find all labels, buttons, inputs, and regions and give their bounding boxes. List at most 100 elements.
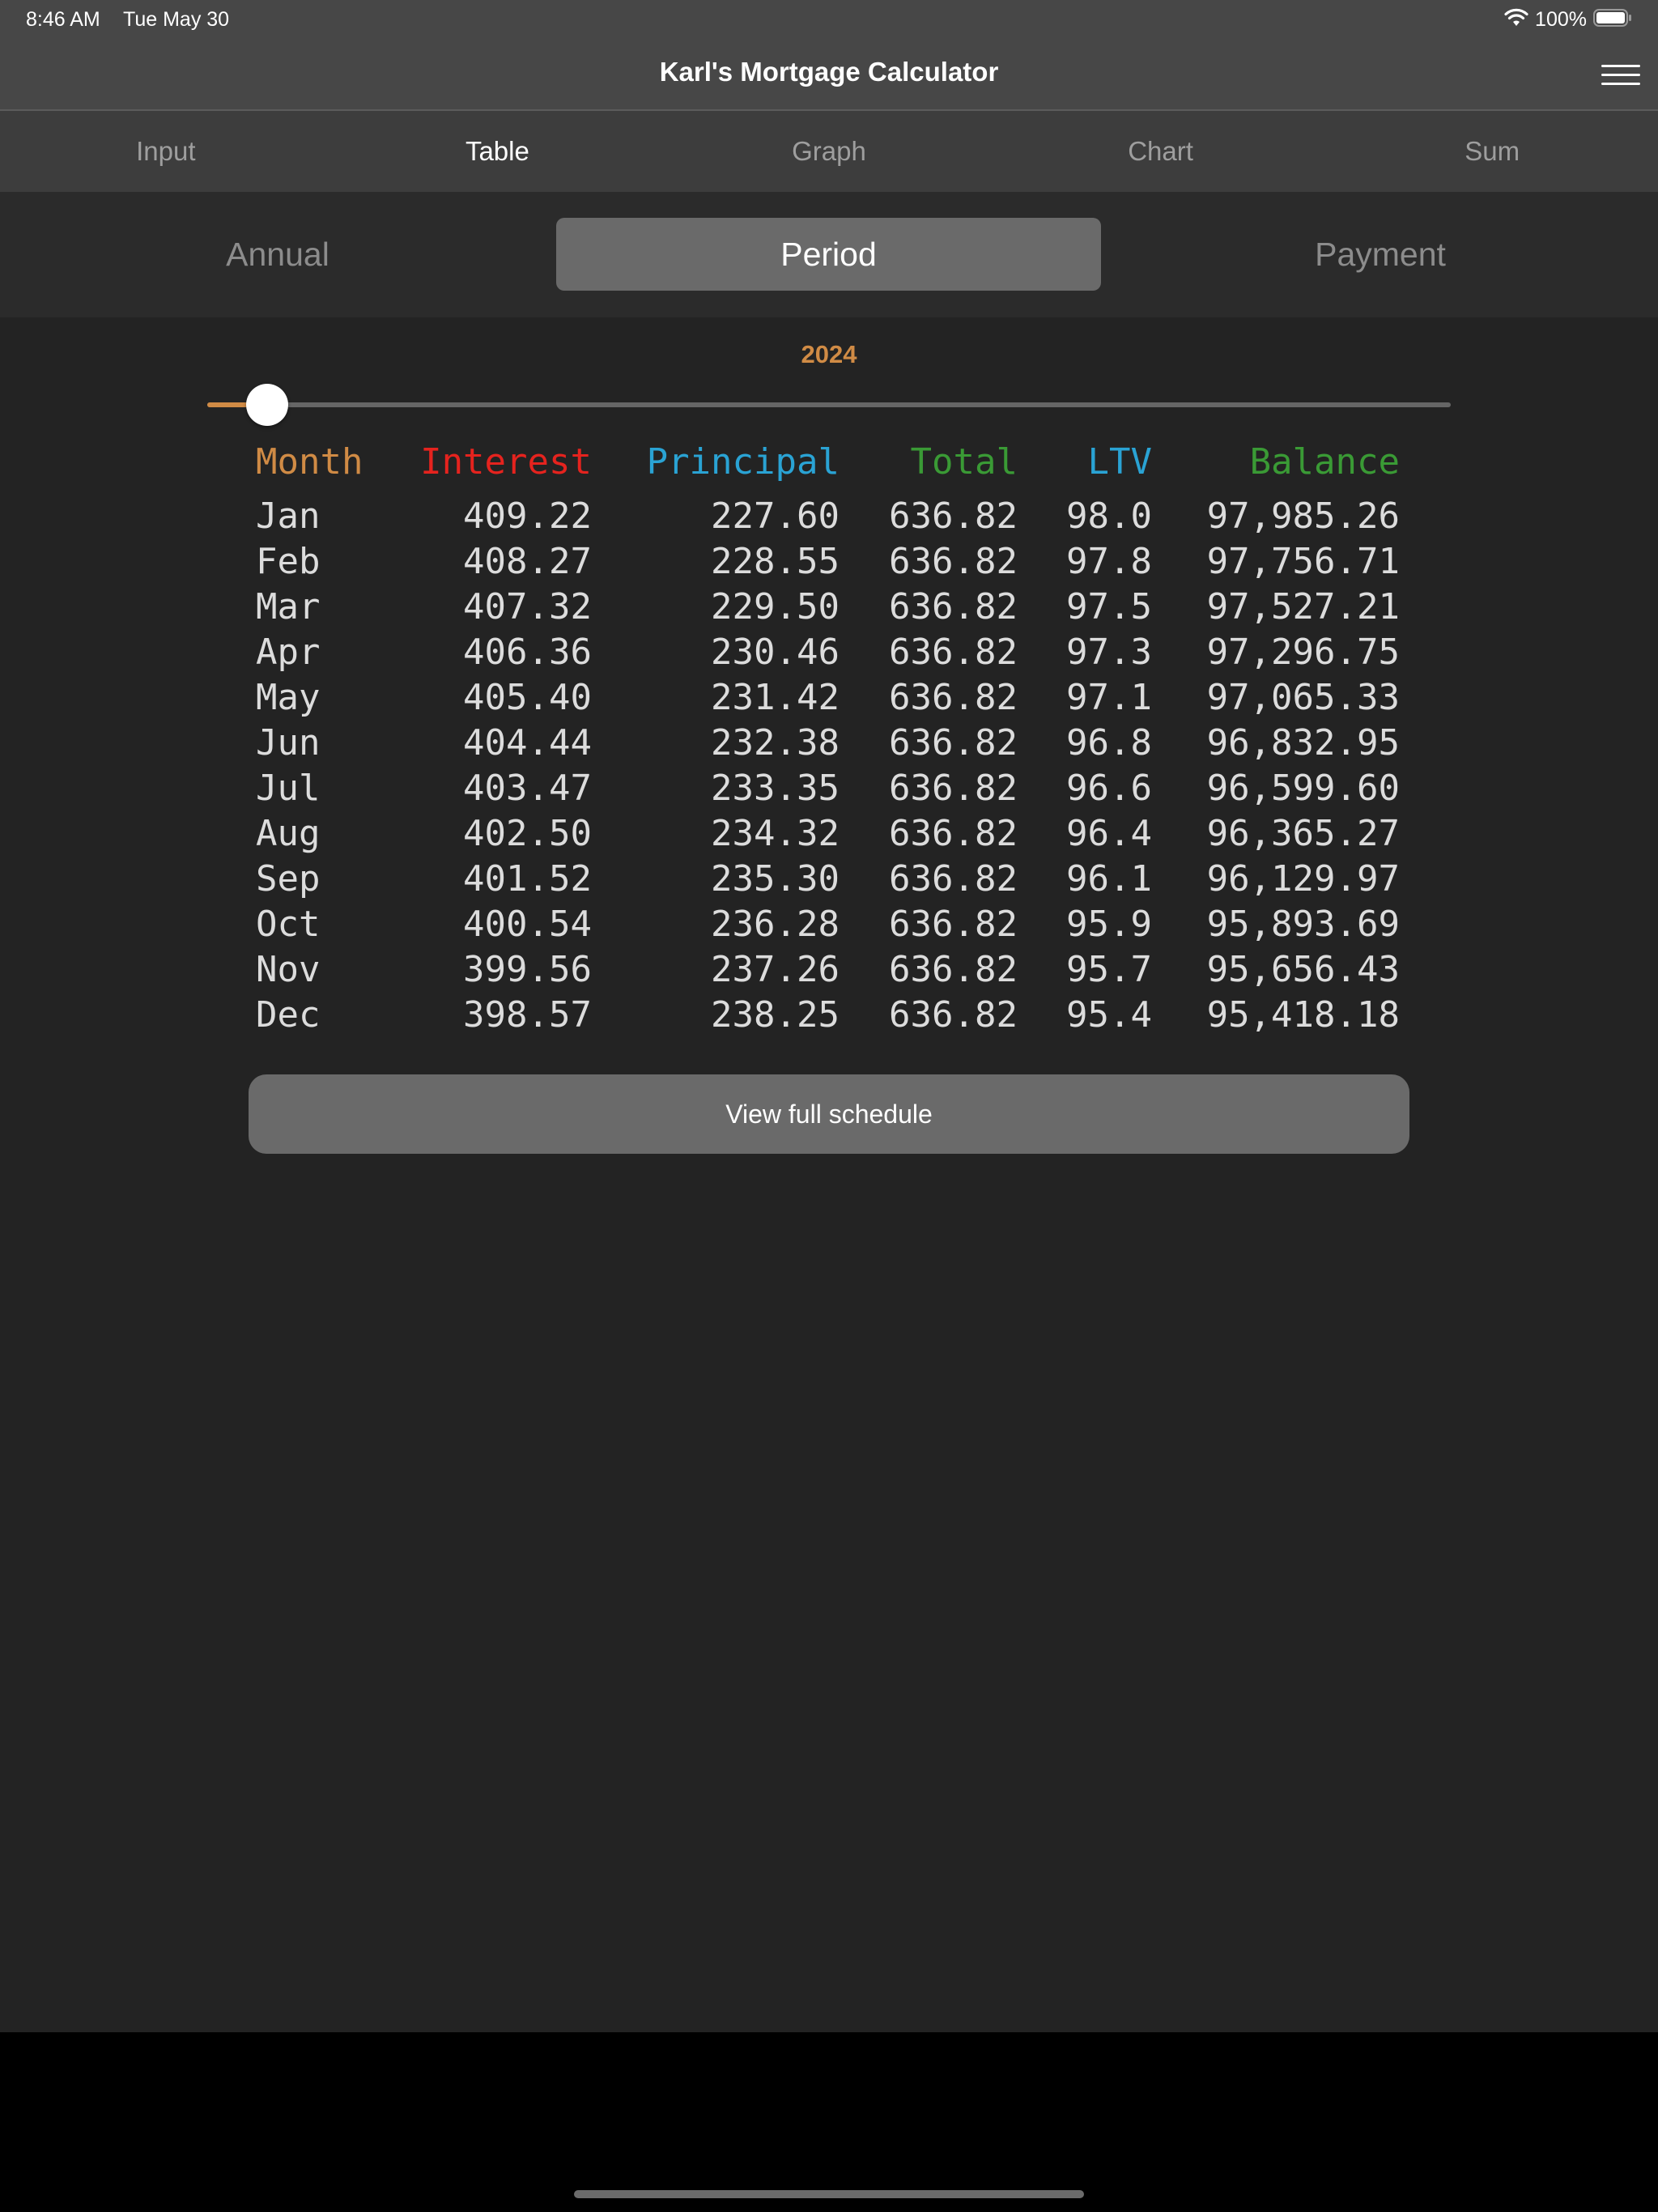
cell-total: 636.82 [889,722,1018,764]
cell-principal: 230.46 [711,632,840,673]
app-title: Karl's Mortgage Calculator [659,57,999,87]
cell-month: Jan [256,496,321,537]
tab-input[interactable]: Input [0,111,332,192]
cell-balance: 96,365.27 [1206,813,1400,854]
table-row: Dec 398.57 238.25 636.82 95.4 95,418.18 [0,993,1658,1038]
cell-balance: 97,296.75 [1206,632,1400,673]
status-time: 8:46 AM [26,8,100,31]
tab-sum[interactable]: Sum [1326,111,1658,192]
table-row: Jul 403.47 233.35 636.82 96.6 96,599.60 [0,766,1658,811]
table-body: Jan 409.22 227.60 636.82 98.0 97,985.26 Feb 408… [0,494,1658,1038]
status-date: Tue May 30 [123,8,230,31]
cell-total: 636.82 [889,677,1018,718]
cell-principal: 231.42 [711,677,840,718]
cell-interest: 407.32 [463,586,592,627]
cell-balance: 97,065.33 [1206,677,1400,718]
cell-interest: 402.50 [463,813,592,854]
cell-balance: 95,418.18 [1206,994,1400,1036]
home-indicator[interactable] [574,2190,1084,2198]
segment-period[interactable]: Period [556,218,1101,291]
cell-total: 636.82 [889,949,1018,990]
year-label: 2024 [801,340,857,368]
cell-principal: 236.28 [711,904,840,945]
view-mode-segmented-control: Annual Period Payment [0,192,1658,317]
tab-chart[interactable]: Chart [995,111,1327,192]
cell-balance: 96,832.95 [1206,722,1400,764]
cell-total: 636.82 [889,496,1018,537]
table-row: Aug 402.50 234.32 636.82 96.4 96,365.27 [0,811,1658,857]
header-ltv: LTV [1087,441,1152,483]
app-screen: 8:46 AM Tue May 30 100% Karl's Mortgage … [0,0,1658,2032]
cell-interest: 408.27 [463,541,592,582]
table-row: May 405.40 231.42 636.82 97.1 97,065.33 [0,675,1658,721]
table-header-row: Month Interest Principal Total LTV Balan… [0,437,1658,494]
cell-balance: 95,656.43 [1206,949,1400,990]
cell-principal: 227.60 [711,496,840,537]
slider-track [207,402,1451,407]
battery-icon [1593,8,1632,32]
schedule-table: Month Interest Principal Total LTV Balan… [0,437,1658,1038]
cell-principal: 232.38 [711,722,840,764]
cell-ltv: 97.3 [1066,632,1152,673]
table-row: Nov 399.56 237.26 636.82 95.7 95,656.43 [0,947,1658,993]
cell-month: Aug [256,813,321,854]
cell-ltv: 97.1 [1066,677,1152,718]
hamburger-menu-icon[interactable] [1601,58,1640,91]
cell-ltv: 97.5 [1066,586,1152,627]
cell-principal: 237.26 [711,949,840,990]
cell-month: Nov [256,949,321,990]
cell-principal: 233.35 [711,768,840,809]
cell-principal: 238.25 [711,994,840,1036]
slider-thumb[interactable] [245,384,288,426]
table-row: Mar 407.32 229.50 636.82 97.5 97,527.21 [0,585,1658,630]
cell-total: 636.82 [889,586,1018,627]
cell-ltv: 98.0 [1066,496,1152,537]
cell-total: 636.82 [889,632,1018,673]
cell-interest: 398.57 [463,994,592,1036]
tab-bar: Input Table Graph Chart Sum [0,111,1658,192]
cell-principal: 235.30 [711,858,840,900]
header-total: Total [910,441,1018,483]
cell-total: 636.82 [889,813,1018,854]
view-full-schedule-button[interactable]: View full schedule [249,1074,1409,1154]
cell-total: 636.82 [889,541,1018,582]
segment-payment[interactable]: Payment [1103,218,1658,291]
cell-month: Feb [256,541,321,582]
header-principal: Principal [646,441,840,483]
cell-ltv: 95.9 [1066,904,1152,945]
cell-interest: 403.47 [463,768,592,809]
wifi-icon [1504,8,1528,32]
cell-month: Jun [256,722,321,764]
header-month: Month [256,441,363,483]
cell-ltv: 96.1 [1066,858,1152,900]
segment-annual[interactable]: Annual [0,218,555,291]
cell-ltv: 95.7 [1066,949,1152,990]
tab-graph[interactable]: Graph [663,111,995,192]
header-balance: Balance [1249,441,1400,483]
cell-interest: 406.36 [463,632,592,673]
battery-percent: 100% [1535,7,1587,31]
tab-table[interactable]: Table [332,111,664,192]
cell-principal: 234.32 [711,813,840,854]
header-interest: Interest [420,441,592,483]
cell-month: Jul [256,768,321,809]
top-bar: 8:46 AM Tue May 30 100% Karl's Mortgage … [0,0,1658,111]
cell-ltv: 97.8 [1066,541,1152,582]
table-row: Apr 406.36 230.46 636.82 97.3 97,296.75 [0,630,1658,675]
cell-balance: 97,527.21 [1206,586,1400,627]
cell-month: May [256,677,321,718]
cell-ltv: 95.4 [1066,994,1152,1036]
cell-month: Sep [256,858,321,900]
cell-month: Mar [256,586,321,627]
cell-ltv: 96.6 [1066,768,1152,809]
cell-principal: 229.50 [711,586,840,627]
year-slider[interactable] [207,381,1451,429]
cell-interest: 405.40 [463,677,592,718]
cell-interest: 399.56 [463,949,592,990]
cell-balance: 97,756.71 [1206,541,1400,582]
cell-interest: 400.54 [463,904,592,945]
cell-month: Apr [256,632,321,673]
table-row: Jan 409.22 227.60 636.82 98.0 97,985.26 [0,494,1658,539]
cell-interest: 404.44 [463,722,592,764]
cell-month: Oct [256,904,321,945]
